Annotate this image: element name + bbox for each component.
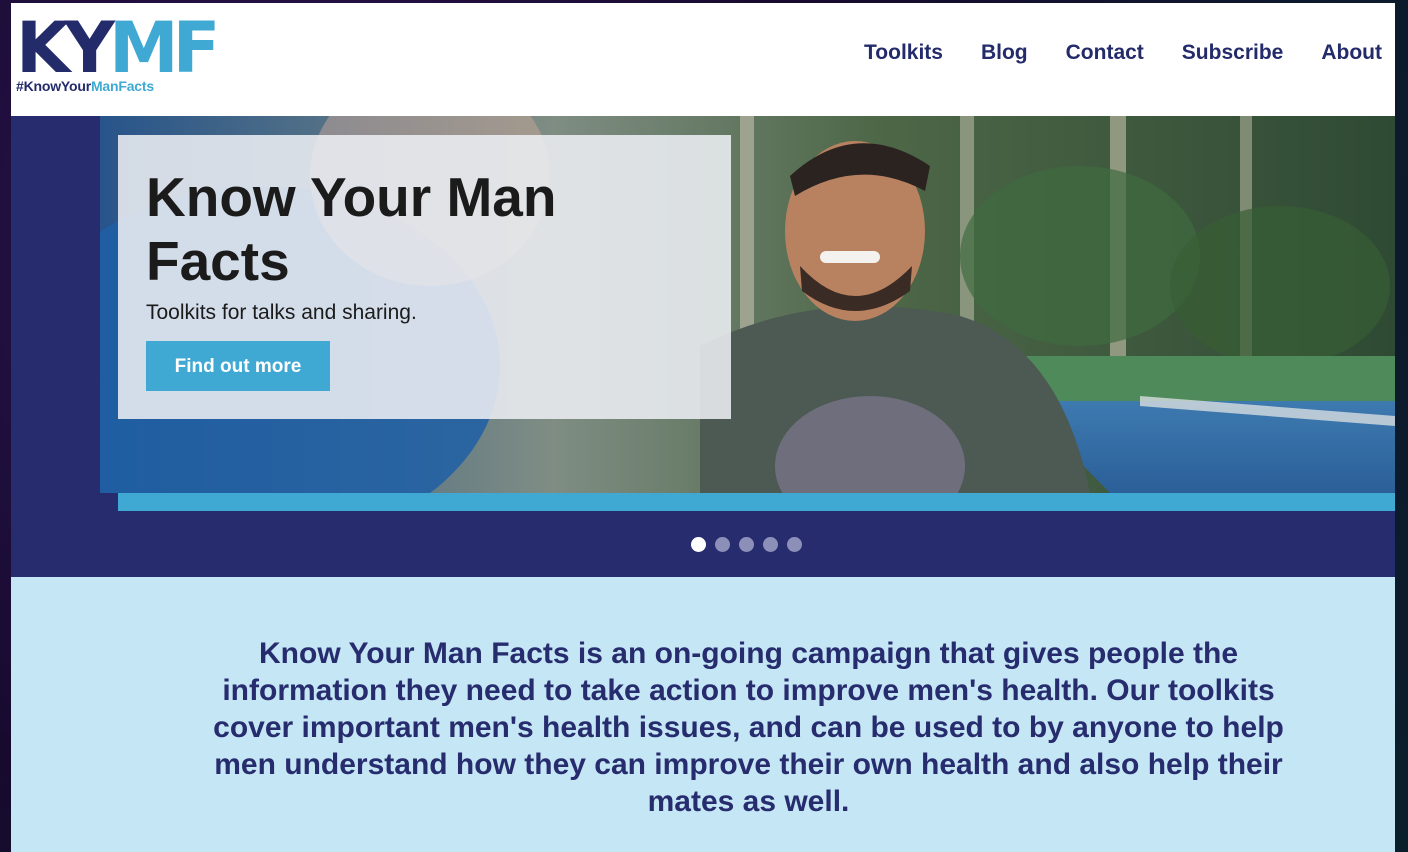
carousel-dot-1[interactable] xyxy=(691,537,706,552)
nav-item-subscribe[interactable]: Subscribe xyxy=(1182,41,1284,65)
intro-text: Know Your Man Facts is an on-going campa… xyxy=(213,637,1284,818)
logo-mark-mf: MF xyxy=(108,7,221,89)
hero-card: Know Your Man Facts Toolkits for talks a… xyxy=(118,135,731,419)
logo-hashtag-part2: ManFacts xyxy=(90,78,154,94)
logo-mark: KYMF xyxy=(16,13,220,83)
hero-title: Know Your Man Facts xyxy=(146,166,557,292)
nav-item-about[interactable]: About xyxy=(1321,41,1382,65)
logo-hashtag-part1: #KnowYour xyxy=(16,78,91,94)
site-header: KYMF #KnowYourManFacts Toolkits Blog Con… xyxy=(11,3,1395,116)
logo-hashtag: #KnowYourManFacts xyxy=(16,78,154,94)
hero-accent-bar xyxy=(118,493,1395,511)
main-nav: Toolkits Blog Contact Subscribe About xyxy=(864,41,1382,65)
nav-item-contact[interactable]: Contact xyxy=(1066,41,1144,65)
carousel-dot-5[interactable] xyxy=(787,537,802,552)
page: KYMF #KnowYourManFacts Toolkits Blog Con… xyxy=(11,3,1395,852)
logo-mark-ky: KY xyxy=(16,7,115,89)
carousel-dots xyxy=(691,537,802,552)
nav-item-toolkits[interactable]: Toolkits xyxy=(864,41,943,65)
find-out-more-button[interactable]: Find out more xyxy=(146,341,330,391)
intro-section: Know Your Man Facts is an on-going campa… xyxy=(11,577,1395,852)
nav-item-blog[interactable]: Blog xyxy=(981,41,1028,65)
carousel-dot-3[interactable] xyxy=(739,537,754,552)
carousel-dot-2[interactable] xyxy=(715,537,730,552)
hero-subtitle: Toolkits for talks and sharing. xyxy=(146,301,417,324)
hero-carousel: Know Your Man Facts Toolkits for talks a… xyxy=(11,116,1395,577)
carousel-dot-4[interactable] xyxy=(763,537,778,552)
site-logo[interactable]: KYMF #KnowYourManFacts xyxy=(16,13,231,95)
